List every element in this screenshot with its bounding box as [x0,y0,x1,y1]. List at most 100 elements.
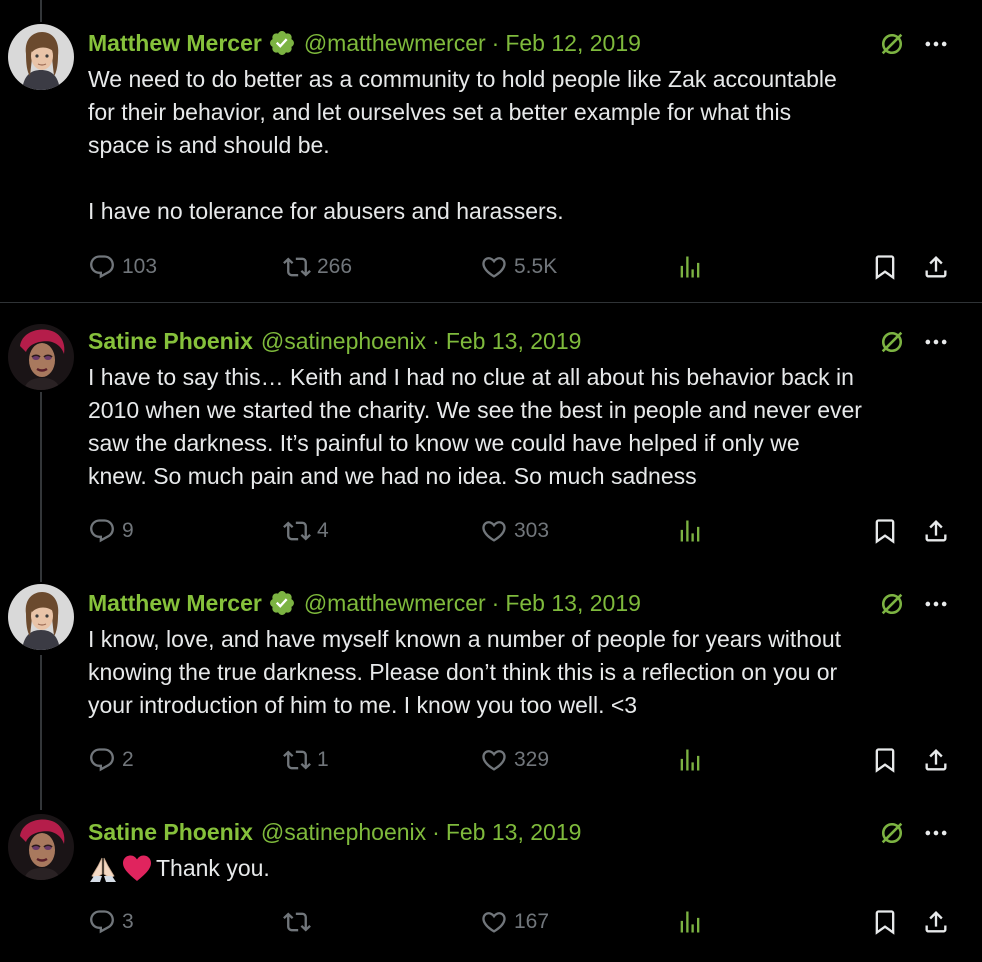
views-icon [676,253,704,281]
verified-badge-icon [268,589,296,617]
grok-icon[interactable] [878,819,906,847]
reply-button[interactable]: 103 [88,252,157,282]
reply-button[interactable]: 3 [88,907,134,937]
reply-count: 2 [122,748,134,771]
like-button[interactable]: 167 [480,907,549,937]
bookmark-button[interactable] [871,907,899,937]
like-count: 303 [514,519,550,542]
tweet-text: We need to do better as a community to h… [88,66,837,224]
more-icon[interactable] [922,30,950,58]
bookmark-button[interactable] [871,252,899,282]
retweet-count: 1 [317,748,329,771]
separator: · [432,818,440,845]
share-icon [922,746,950,774]
avatar[interactable] [8,814,74,880]
author-handle[interactable]: @matthewmercer [304,590,486,617]
retweet-icon [283,517,311,545]
author-name[interactable]: Matthew Mercer [88,590,262,617]
tweet-actions: 103 266 5.5K [88,252,958,282]
share-icon [922,517,950,545]
tweet-date[interactable]: Feb 13, 2019 [505,590,641,617]
avatar[interactable] [8,324,74,390]
views-icon [676,517,704,545]
red-heart-emoji-icon [122,854,152,884]
tweet-header: Satine Phoenix @satinephoenix · Feb 13, … [88,326,581,356]
tweet[interactable]: Satine Phoenix @satinephoenix · Feb 13, … [0,304,982,572]
author-name[interactable]: Satine Phoenix [88,328,253,355]
share-button[interactable] [922,516,950,546]
tweet[interactable]: Matthew Mercer @matthewmercer · Feb 13, … [0,572,982,800]
more-icon[interactable] [922,590,950,618]
views-button[interactable] [676,516,704,546]
bookmark-icon [871,253,899,281]
avatar[interactable] [8,24,74,90]
bookmark-icon [871,517,899,545]
author-handle[interactable]: @satinephoenix [261,819,426,846]
share-button[interactable] [922,252,950,282]
reply-icon [88,253,116,281]
grok-icon[interactable] [878,30,906,58]
author-name[interactable]: Satine Phoenix [88,819,253,846]
tweet-actions: 3 167 [88,907,958,937]
bookmark-icon [871,746,899,774]
bookmark-icon [871,908,899,936]
like-count: 5.5K [514,255,558,278]
grok-icon[interactable] [878,328,906,356]
like-count: 167 [514,910,550,933]
views-button[interactable] [676,907,704,937]
author-name[interactable]: Matthew Mercer [88,30,262,57]
separator: · [491,589,500,616]
reply-icon [88,908,116,936]
retweet-icon [283,908,311,936]
separator: · [491,29,500,56]
tweet[interactable]: Matthew Mercer @matthewmercer · Feb 12, … [0,0,982,303]
reply-button[interactable]: 2 [88,745,134,775]
like-button[interactable]: 5.5K [480,252,557,282]
reply-button[interactable]: 9 [88,516,134,546]
like-icon [480,253,508,281]
like-icon [480,746,508,774]
tweet-date[interactable]: Feb 13, 2019 [446,819,582,846]
tweet-date[interactable]: Feb 13, 2019 [446,328,582,355]
tweet-text: I have to say this… Keith and I had no c… [88,364,862,489]
verified-badge-icon [268,29,296,57]
folded-hands-emoji-icon [88,854,118,884]
like-icon [480,517,508,545]
retweet-count: 4 [317,519,329,542]
tweet-actions: 2 1 329 [88,745,958,775]
bookmark-button[interactable] [871,745,899,775]
more-icon[interactable] [922,328,950,356]
reply-icon [88,517,116,545]
avatar[interactable] [8,584,74,650]
tweet-date[interactable]: Feb 12, 2019 [505,30,641,57]
more-icon[interactable] [922,819,950,847]
reply-icon [88,746,116,774]
like-count: 329 [514,748,550,771]
grok-icon[interactable] [878,590,906,618]
share-icon [922,908,950,936]
views-button[interactable] [676,252,704,282]
views-icon [676,746,704,774]
retweet-button[interactable] [283,907,317,937]
tweet-actions: 9 4 303 [88,516,958,546]
tweet-text: Thank you. [156,855,270,881]
retweet-button[interactable]: 266 [283,252,352,282]
retweet-icon [283,746,311,774]
like-button[interactable]: 303 [480,516,549,546]
tweet-text-row: Thank you. [88,852,968,885]
bookmark-button[interactable] [871,516,899,546]
tweet-header: Satine Phoenix @satinephoenix · Feb 13, … [88,817,581,847]
like-button[interactable]: 329 [480,745,549,775]
share-button[interactable] [922,907,950,937]
share-button[interactable] [922,745,950,775]
views-button[interactable] [676,745,704,775]
retweet-button[interactable]: 4 [283,516,329,546]
retweet-icon [283,253,311,281]
share-icon [922,253,950,281]
tweet-header: Matthew Mercer @matthewmercer · Feb 13, … [88,588,641,618]
retweet-button[interactable]: 1 [283,745,329,775]
author-handle[interactable]: @matthewmercer [304,30,486,57]
reply-count: 3 [122,910,134,933]
tweet[interactable]: Satine Phoenix @satinephoenix · Feb 13, … [0,800,982,962]
author-handle[interactable]: @satinephoenix [261,328,426,355]
